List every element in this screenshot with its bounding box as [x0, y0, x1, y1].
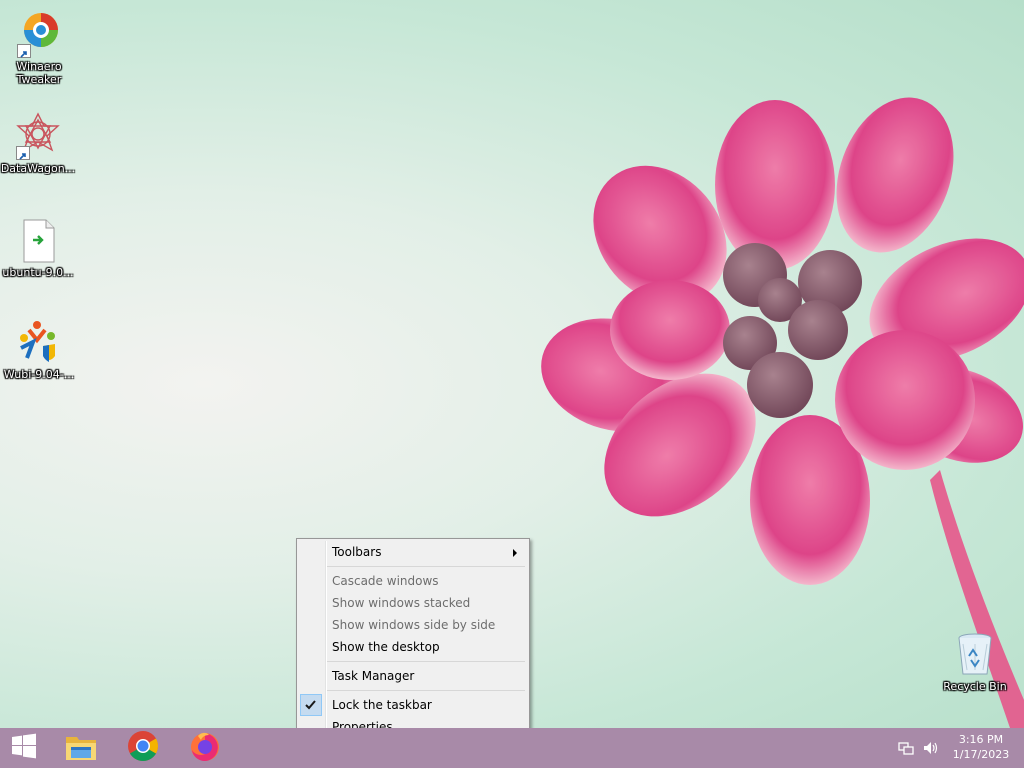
- document-file-icon: [14, 216, 62, 264]
- menu-item-show-windows-side-by-side[interactable]: Show windows side by side: [299, 614, 527, 636]
- network-icon[interactable]: [898, 740, 914, 756]
- desktop-icon-wubi[interactable]: Wubi-9.04-...: [1, 318, 77, 381]
- wubi-installer-icon: [15, 318, 63, 366]
- taskbar-context-menu: Toolbars Cascade windows Show windows st…: [296, 538, 530, 742]
- desktop-icon-label: DataWagon...: [0, 162, 76, 175]
- volume-icon[interactable]: [922, 740, 938, 756]
- taskbar-chrome[interactable]: [113, 728, 173, 768]
- desktop-icon-label: Wubi-9.04-...: [3, 368, 75, 381]
- shortcut-arrow-icon: [17, 44, 31, 58]
- menu-item-task-manager[interactable]: Task Manager: [299, 665, 527, 687]
- menu-separator: [327, 661, 525, 662]
- menu-item-show-windows-stacked[interactable]: Show windows stacked: [299, 592, 527, 614]
- taskbar[interactable]: 3:16 PM 1/17/2023: [0, 728, 1024, 768]
- shortcut-arrow-icon: [16, 146, 30, 160]
- taskbar-clock[interactable]: 3:16 PM 1/17/2023: [946, 732, 1016, 762]
- recycle-bin-icon: [951, 630, 999, 678]
- file-explorer-icon: [65, 731, 97, 765]
- firefox-icon: [189, 730, 221, 766]
- datawagon-icon: [14, 112, 62, 160]
- taskbar-file-explorer[interactable]: [51, 728, 111, 768]
- checkmark-icon: [300, 694, 322, 716]
- clock-time: 3:16 PM: [958, 733, 1004, 746]
- desktop-icon-label: Winaero Tweaker: [16, 60, 62, 86]
- submenu-arrow-icon: [513, 549, 517, 557]
- desktop-icon-recycle-bin[interactable]: Recycle Bin: [937, 630, 1013, 693]
- desktop-icon-ubuntu-file[interactable]: ubuntu-9.0...: [0, 216, 76, 279]
- menu-item-lock-taskbar[interactable]: Lock the taskbar: [299, 694, 527, 716]
- start-button[interactable]: [0, 728, 48, 768]
- windows-start-icon: [11, 733, 37, 763]
- menu-item-cascade-windows[interactable]: Cascade windows: [299, 570, 527, 592]
- desktop-icon-winaero-tweaker[interactable]: Winaero Tweaker: [1, 10, 77, 86]
- desktop-icon-datawagon[interactable]: DataWagon...: [0, 112, 76, 175]
- winaero-tweaker-icon: [15, 10, 63, 58]
- menu-separator: [327, 566, 525, 567]
- chrome-icon: [127, 730, 159, 766]
- menu-item-show-desktop[interactable]: Show the desktop: [299, 636, 527, 658]
- desktop-icon-label: ubuntu-9.0...: [2, 266, 74, 279]
- desktop-icon-label: Recycle Bin: [943, 680, 1007, 693]
- menu-separator: [327, 690, 525, 691]
- taskbar-firefox[interactable]: [175, 728, 235, 768]
- menu-item-toolbars[interactable]: Toolbars: [299, 541, 527, 563]
- clock-date: 1/17/2023: [952, 748, 1010, 761]
